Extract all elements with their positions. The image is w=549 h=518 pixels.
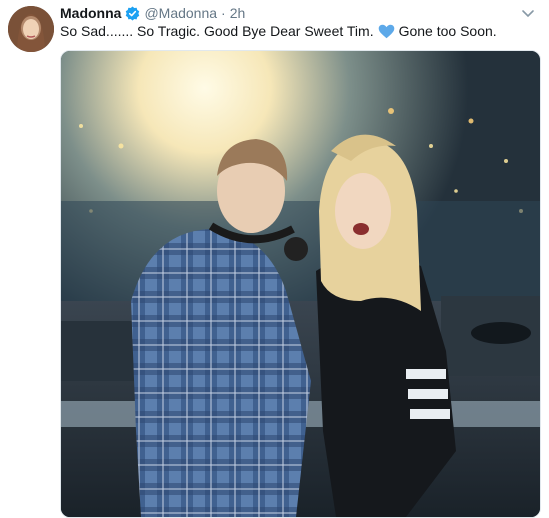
tweet[interactable]: Madonna @Madonna · 2h So Sad....... So T… [0, 0, 549, 518]
tweet-photo[interactable] [60, 50, 541, 518]
verified-badge-icon [126, 5, 140, 21]
tweet-header: Madonna @Madonna · 2h [60, 4, 245, 22]
avatar-image [8, 6, 54, 52]
separator-dot: · [221, 5, 226, 21]
profile-avatar[interactable] [8, 6, 54, 52]
author-handle[interactable]: @Madonna [144, 5, 217, 21]
tweet-text-part1: So Sad....... So Tragic. Good Bye Dear S… [60, 23, 374, 39]
tweet-text: So Sad....... So Tragic. Good Bye Dear S… [60, 22, 497, 40]
concert-photo [61, 51, 540, 517]
chevron-down-icon[interactable] [521, 6, 535, 20]
tweet-text-part2: Gone too Soon. [398, 23, 497, 39]
author-name[interactable]: Madonna [60, 5, 121, 21]
turntable [471, 322, 531, 344]
blue-heart-icon [378, 24, 394, 38]
tweet-timestamp[interactable]: 2h [230, 5, 246, 21]
